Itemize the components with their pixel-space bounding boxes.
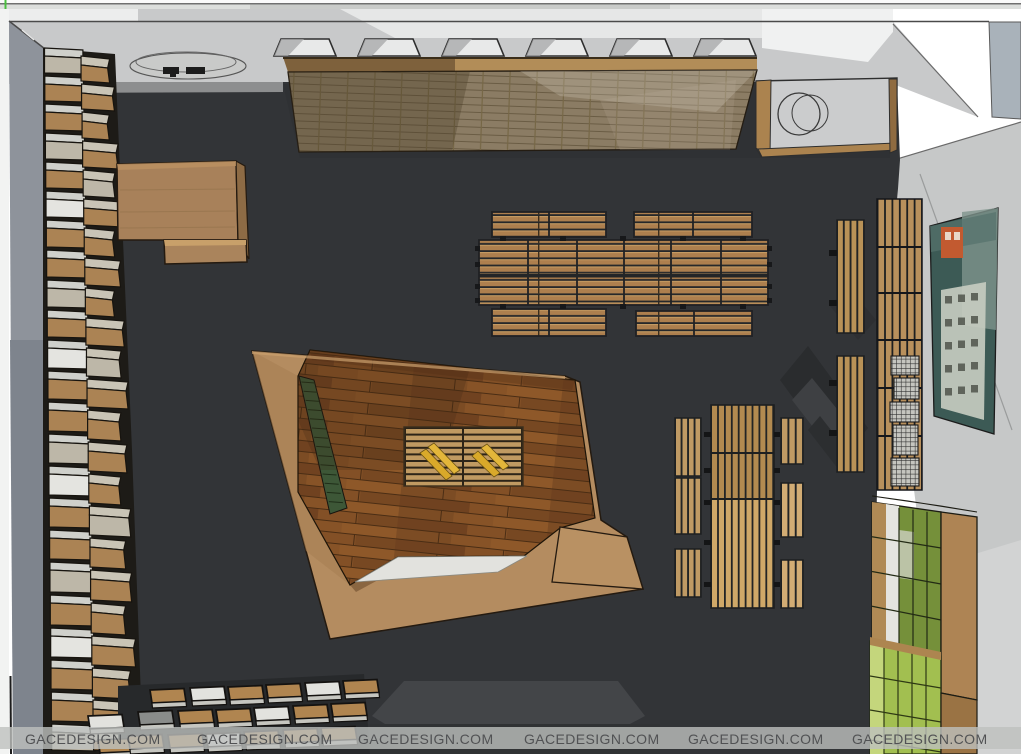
svg-text:GACEDESIGN.COM: GACEDESIGN.COM bbox=[358, 731, 494, 747]
svg-text:GACEDESIGN.COM: GACEDESIGN.COM bbox=[688, 731, 824, 747]
svg-text:GACEDESIGN.COM: GACEDESIGN.COM bbox=[524, 731, 660, 747]
svg-text:GACEDESIGN.COM: GACEDESIGN.COM bbox=[852, 731, 988, 747]
svg-text:GACEDESIGN.COM: GACEDESIGN.COM bbox=[25, 731, 161, 747]
svg-text:GACEDESIGN.COM: GACEDESIGN.COM bbox=[197, 731, 333, 747]
